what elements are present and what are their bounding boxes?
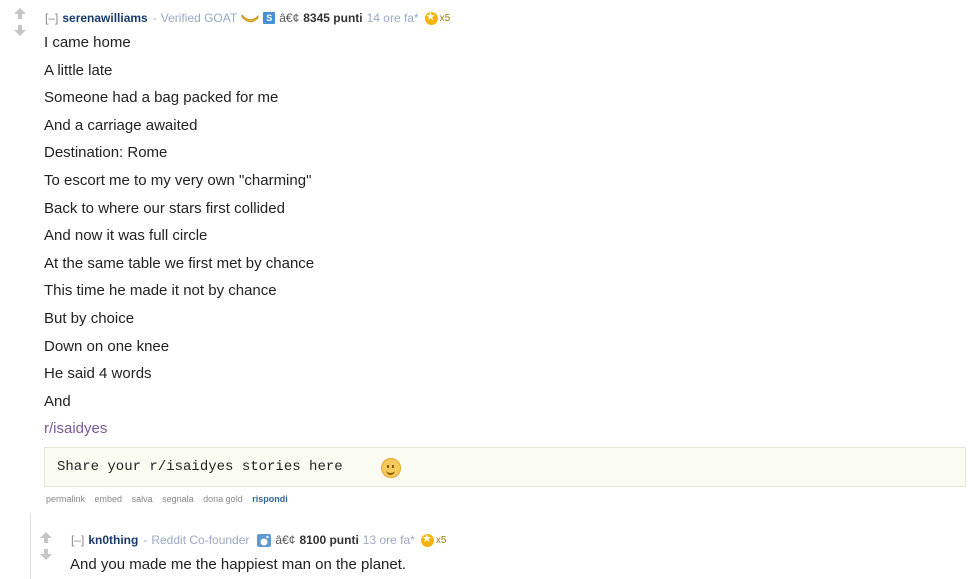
- reply-body: And you made me the happiest man on the …: [70, 556, 407, 573]
- comment-line: He said 4 words: [44, 365, 152, 383]
- reply-vote-controls: [38, 532, 54, 560]
- comment-vote-controls: [12, 8, 28, 36]
- gold-award-icon: [424, 10, 438, 25]
- comment-body: I came home A little late Someone had a …: [44, 34, 314, 448]
- comment-line: And now it was full circle: [44, 227, 208, 245]
- reddit-alien-flair-icon: [257, 533, 272, 547]
- comment-actions: permalink embed salva segnala dona gold …: [46, 494, 295, 504]
- comment-line: Back to where our stars first collided: [44, 199, 285, 217]
- code-block: Share your r/isaidyes stories here: [44, 447, 966, 487]
- gold-award-icon: [420, 532, 434, 547]
- reply-score: 8100 punti: [299, 533, 359, 547]
- bullet: â€¢: [279, 11, 300, 25]
- downvote-arrow-icon[interactable]: [40, 549, 52, 560]
- comment-line: And: [44, 392, 71, 410]
- separator: -: [143, 533, 148, 547]
- comment-author[interactable]: serenawilliams: [62, 11, 147, 25]
- user-flair: Verified GOAT: [160, 11, 238, 25]
- smiley-emoji-icon: [381, 458, 401, 478]
- comment-score: 8345 punti: [303, 11, 363, 25]
- comment-tagline: [–] serenawilliams - Verified GOAT S â€¢…: [45, 10, 451, 26]
- comment-line: Someone had a bag packed for me: [44, 89, 279, 107]
- comment-timestamp: 14 ore fa*: [366, 11, 419, 25]
- bullet: â€¢: [275, 533, 296, 547]
- subreddit-link[interactable]: r/isaidyes: [44, 420, 314, 448]
- comment-line: At the same table we first met by chance: [44, 254, 315, 272]
- collapse-toggle[interactable]: [–]: [71, 533, 84, 547]
- comment-line: And a carriage awaited: [44, 116, 198, 134]
- permalink-button[interactable]: permalink: [46, 494, 85, 504]
- comment-line: This time he made it not by chance: [44, 282, 277, 300]
- upvote-arrow-icon[interactable]: [14, 8, 26, 19]
- comment-line: A little late: [44, 61, 113, 79]
- verified-badge-icon: S: [263, 12, 276, 24]
- give-gold-button[interactable]: dona gold: [203, 494, 243, 504]
- separator: -: [152, 11, 157, 25]
- comment-line: But by choice: [44, 309, 135, 327]
- thread-line[interactable]: [30, 513, 31, 579]
- code-text: Share your r/isaidyes stories here: [57, 459, 343, 475]
- gold-count: x5: [439, 12, 451, 24]
- collapse-toggle[interactable]: [–]: [45, 11, 58, 25]
- reply-button[interactable]: rispondi: [252, 494, 288, 504]
- comment-line: Down on one knee: [44, 337, 170, 355]
- banana-flair-icon: [241, 13, 259, 23]
- user-flair: Reddit Co-founder: [151, 533, 250, 547]
- embed-button[interactable]: embed: [95, 494, 123, 504]
- report-button[interactable]: segnala: [162, 494, 194, 504]
- upvote-arrow-icon[interactable]: [40, 532, 52, 543]
- save-button[interactable]: salva: [132, 494, 153, 504]
- reply-author[interactable]: kn0thing: [88, 533, 138, 547]
- reply-timestamp: 13 ore fa*: [362, 533, 415, 547]
- downvote-arrow-icon[interactable]: [14, 25, 26, 36]
- comment-line: To escort me to my very own "charming": [44, 171, 312, 189]
- gold-count: x5: [435, 534, 447, 546]
- comment-line: Destination: Rome: [44, 144, 168, 162]
- comment-line: I came home: [44, 34, 131, 51]
- reply-tagline: [–] kn0thing - Reddit Co-founder â€¢ 810…: [71, 532, 447, 548]
